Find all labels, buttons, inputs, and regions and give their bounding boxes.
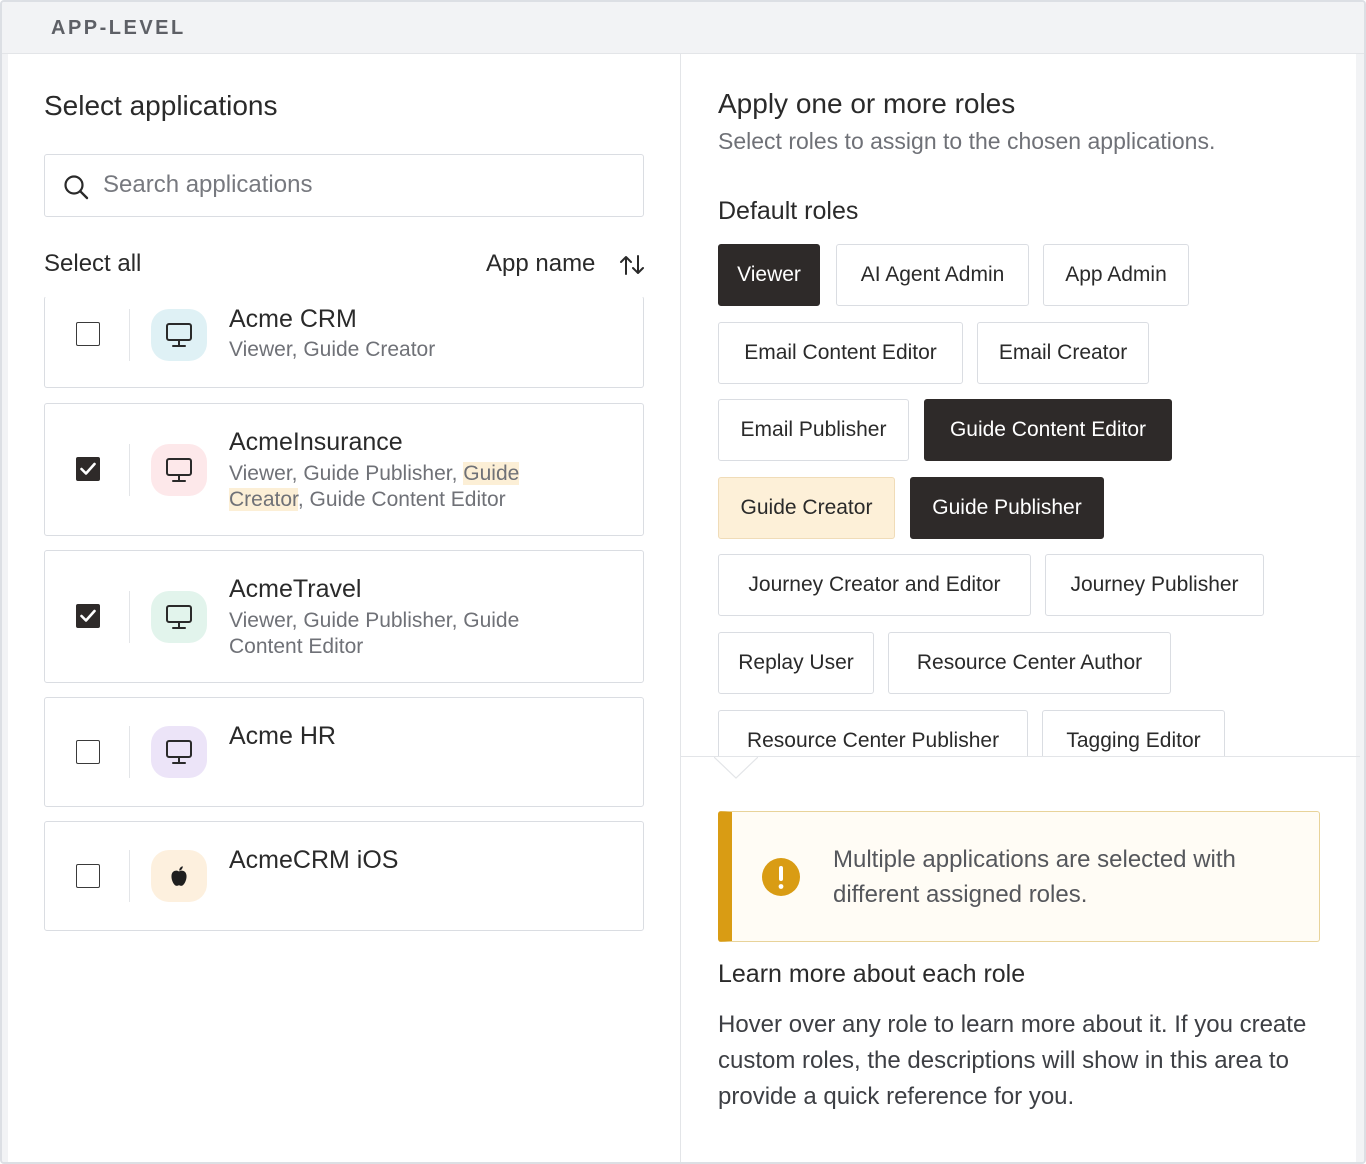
- app-name: Acme CRM: [229, 305, 357, 333]
- app-icon-badge: [151, 309, 207, 361]
- right-edge: [1356, 54, 1364, 1162]
- left-edge: [2, 54, 8, 1162]
- exclamation-icon: [762, 858, 800, 896]
- app-card-acmeinsurance[interactable]: AcmeInsurance Viewer, Guide Publisher, G…: [44, 403, 644, 536]
- app-name: Acme HR: [229, 722, 336, 750]
- app-roles-text-after: , Guide Content Editor: [297, 488, 506, 511]
- role-email-publisher[interactable]: Email Publisher: [718, 399, 909, 461]
- monitor-icon: [166, 323, 192, 347]
- card-separator: [129, 444, 130, 496]
- app-roles-text: Viewer, Guide Publisher,: [229, 462, 464, 485]
- app-roles: Viewer, Guide Publisher, Guide Content E…: [229, 608, 569, 660]
- warning-banner: Multiple applications are selected with …: [718, 811, 1320, 942]
- search-box[interactable]: [44, 154, 644, 217]
- card-separator: [129, 591, 130, 643]
- app-checkbox[interactable]: [76, 604, 100, 628]
- checkmark-icon: [80, 609, 96, 622]
- card-separator: [129, 850, 130, 902]
- app-icon-badge: [151, 850, 207, 902]
- role-journey-publisher[interactable]: Journey Publisher: [1045, 554, 1264, 616]
- app-roles-text: Viewer, Guide Creator: [229, 338, 436, 361]
- apple-icon: [171, 866, 187, 886]
- app-roles: Viewer, Guide Creator: [229, 337, 569, 363]
- sort-icon[interactable]: [618, 254, 646, 276]
- roles-scroll-separator: [681, 756, 1360, 757]
- app-checkbox[interactable]: [76, 457, 100, 481]
- learn-more-title: Learn more about each role: [718, 960, 1026, 988]
- sort-by-app-name[interactable]: App name: [486, 250, 595, 278]
- role-email-creator[interactable]: Email Creator: [977, 322, 1149, 384]
- section-header: APP-LEVEL: [2, 2, 1364, 54]
- role-viewer[interactable]: Viewer: [718, 244, 820, 306]
- monitor-icon: [166, 740, 192, 764]
- role-guide-publisher[interactable]: Guide Publisher: [910, 477, 1104, 539]
- monitor-icon: [166, 605, 192, 629]
- card-separator: [129, 309, 130, 361]
- card-separator: [129, 726, 130, 778]
- app-roles: Viewer, Guide Publisher, Guide Creator, …: [229, 461, 569, 513]
- app-level-panel: APP-LEVEL Select applications Select all…: [0, 0, 1366, 1164]
- app-checkbox[interactable]: [76, 740, 100, 764]
- select-applications-title: Select applications: [44, 90, 278, 121]
- app-card-acmetravel[interactable]: AcmeTravel Viewer, Guide Publisher, Guid…: [44, 550, 644, 683]
- select-all-link[interactable]: Select all: [44, 250, 141, 278]
- role-replay-user[interactable]: Replay User: [718, 632, 874, 694]
- section-header-label: APP-LEVEL: [51, 17, 186, 39]
- role-tagging-editor[interactable]: Tagging Editor: [1042, 710, 1225, 757]
- role-app-admin[interactable]: App Admin: [1043, 244, 1189, 306]
- role-email-content-editor[interactable]: Email Content Editor: [718, 322, 963, 384]
- learn-more-body: Hover over any role to learn more about …: [718, 1011, 1307, 1110]
- checkmark-icon: [80, 462, 96, 475]
- app-name: AcmeCRM iOS: [229, 846, 399, 874]
- apply-roles-subtitle: Select roles to assign to the chosen app…: [718, 128, 1216, 154]
- search-icon: [64, 175, 89, 200]
- role-guide-creator[interactable]: Guide Creator: [718, 477, 895, 539]
- role-guide-content-editor[interactable]: Guide Content Editor: [924, 399, 1172, 461]
- default-roles-title: Default roles: [718, 197, 859, 225]
- app-checkbox[interactable]: [76, 322, 100, 346]
- panel-divider: [680, 54, 681, 1162]
- tooltip-caret: [714, 756, 758, 779]
- roles-list: Viewer AI Agent Admin App Admin Email Co…: [716, 242, 1356, 757]
- app-card-acme-crm[interactable]: Acme CRM Viewer, Guide Creator: [44, 296, 644, 388]
- app-icon-badge: [151, 726, 207, 778]
- app-name: AcmeInsurance: [229, 428, 403, 456]
- warning-text: Multiple applications are selected with …: [833, 846, 1236, 908]
- search-input[interactable]: [103, 165, 623, 205]
- role-resource-center-publisher[interactable]: Resource Center Publisher: [718, 710, 1028, 757]
- app-icon-badge: [151, 591, 207, 643]
- app-checkbox[interactable]: [76, 864, 100, 888]
- app-card-acme-hr[interactable]: Acme HR: [44, 697, 644, 807]
- monitor-icon: [166, 458, 192, 482]
- role-resource-center-author[interactable]: Resource Center Author: [888, 632, 1171, 694]
- app-icon-badge: [151, 444, 207, 496]
- role-ai-agent-admin[interactable]: AI Agent Admin: [836, 244, 1029, 306]
- app-card-acmecrm-ios[interactable]: AcmeCRM iOS: [44, 821, 644, 931]
- app-roles-text: Viewer, Guide Publisher, Guide Content E…: [229, 609, 520, 658]
- apply-roles-title: Apply one or more roles: [718, 88, 1016, 119]
- app-name: AcmeTravel: [229, 575, 362, 603]
- role-journey-creator-and-editor[interactable]: Journey Creator and Editor: [718, 554, 1031, 616]
